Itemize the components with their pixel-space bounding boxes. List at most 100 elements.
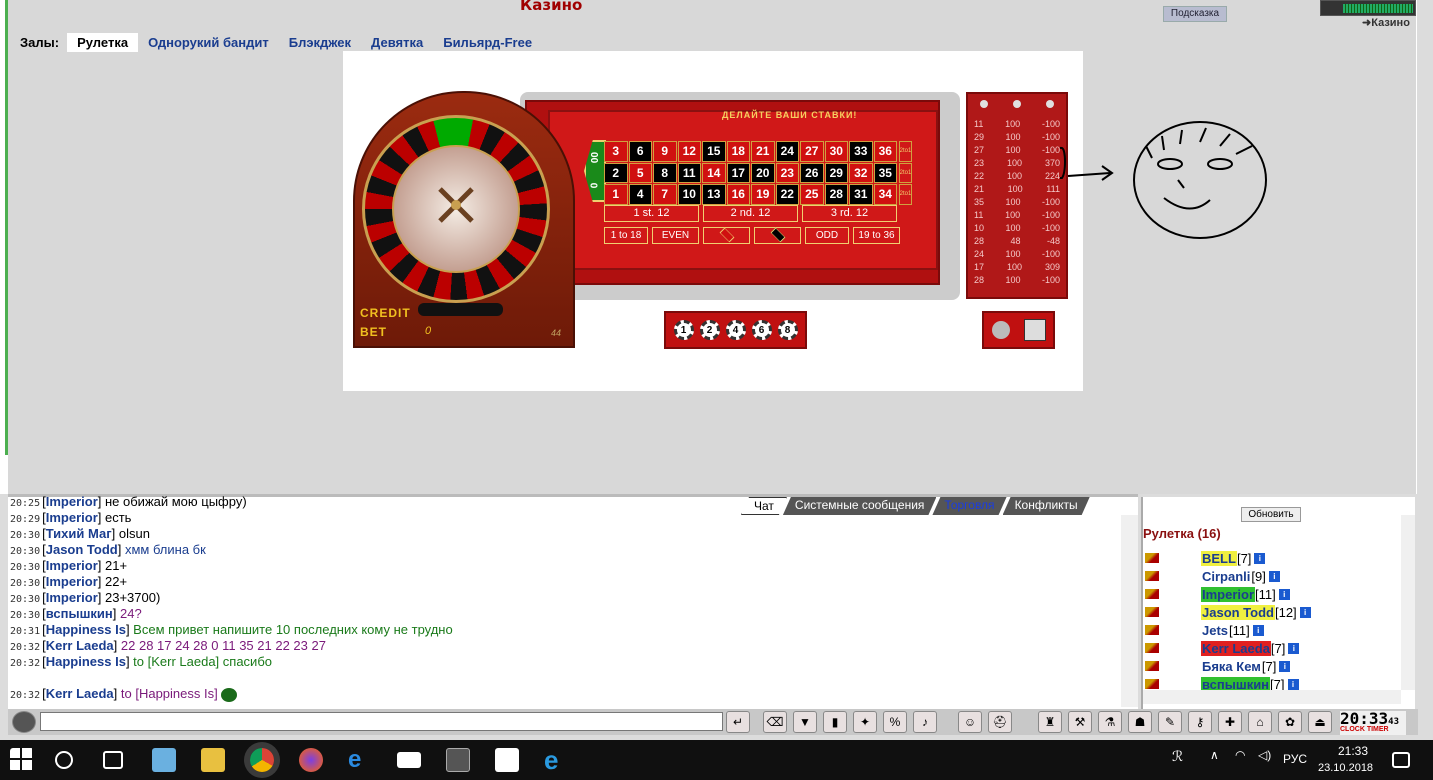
user-name[interactable]: Cirpanli <box>1201 569 1251 584</box>
person-icon[interactable]: ✦ <box>853 711 877 733</box>
message-nick[interactable]: Imperior <box>46 494 98 509</box>
message-nick[interactable]: Тихий Маг <box>46 526 112 541</box>
casino-widget[interactable] <box>1320 0 1416 16</box>
number-cell[interactable]: 7 <box>653 184 677 205</box>
user-row[interactable]: Jets [11] i <box>1143 621 1403 639</box>
info-icon[interactable]: i <box>1288 642 1300 654</box>
number-cell[interactable]: 10 <box>677 184 701 205</box>
dozen-3-bet[interactable]: 3 rd. 12 <box>802 205 897 222</box>
hint-button[interactable]: Подсказка <box>1163 6 1227 22</box>
chat-input[interactable] <box>40 712 723 731</box>
dozen-2-bet[interactable]: 2 nd. 12 <box>703 205 798 222</box>
user-name[interactable]: Jets <box>1201 623 1229 638</box>
user-row[interactable]: BELL [7] i <box>1143 549 1403 567</box>
dozen-1-bet[interactable]: 1 st. 12 <box>604 205 699 222</box>
chip-6[interactable]: 6 <box>751 320 772 340</box>
search-icon[interactable] <box>55 751 73 769</box>
key-icon[interactable]: ⚷ <box>1188 711 1212 733</box>
number-cell[interactable]: 23 <box>775 162 799 183</box>
number-cell[interactable]: 21 <box>751 141 775 162</box>
user-name[interactable]: Jason Todd <box>1201 604 1275 620</box>
cross-icon[interactable]: ✚ <box>1218 711 1242 733</box>
user-row[interactable]: Imperior [11] i <box>1143 585 1403 603</box>
chat-scrollbar[interactable] <box>1121 515 1138 707</box>
message-nick[interactable]: Kerr Laeda <box>46 686 114 701</box>
user-name[interactable]: BELL <box>1201 550 1237 566</box>
eraser-icon[interactable]: ⌫ <box>763 711 787 733</box>
number-cell[interactable]: 24 <box>775 141 799 162</box>
edge-icon[interactable]: e <box>348 748 372 772</box>
user-row[interactable]: Cirpanli [9] i <box>1143 567 1403 585</box>
number-cell[interactable]: 32 <box>849 162 873 183</box>
number-cell[interactable]: 13 <box>702 184 726 205</box>
user-row[interactable]: Kerr Laeda [7] i <box>1143 639 1403 657</box>
number-cell[interactable]: 29 <box>824 162 848 183</box>
low-bet[interactable]: 1 to 18 <box>604 227 648 244</box>
tab-chat[interactable]: Чат <box>741 497 787 515</box>
explorer-icon[interactable] <box>201 748 225 772</box>
number-cell[interactable]: 17 <box>726 162 750 183</box>
number-cell[interactable]: 11 <box>677 162 701 183</box>
message-nick[interactable]: Kerr Laeda <box>46 638 114 653</box>
number-cell[interactable]: 25 <box>800 184 824 205</box>
number-cell[interactable]: 14 <box>702 162 726 183</box>
number-cell[interactable]: 16 <box>726 184 750 205</box>
user-name[interactable]: Imperior <box>1201 586 1256 602</box>
number-cell[interactable]: 19 <box>751 184 775 205</box>
network-icon[interactable] <box>152 748 176 772</box>
column-bet[interactable]: 2to1 <box>899 184 912 205</box>
calculator-icon[interactable] <box>446 748 470 772</box>
enter-icon[interactable]: ↵ <box>726 711 750 733</box>
ie-icon[interactable]: e <box>544 747 568 773</box>
number-cell[interactable]: 12 <box>677 141 701 162</box>
number-cell[interactable]: 1 <box>604 184 628 205</box>
number-cell[interactable]: 6 <box>628 141 652 162</box>
volume-icon[interactable]: ◁) <box>1258 748 1282 772</box>
firefox-icon[interactable] <box>299 748 323 772</box>
chrome-icon[interactable] <box>250 748 274 772</box>
info-icon[interactable]: i <box>1287 678 1299 690</box>
chip-2[interactable]: 2 <box>699 320 720 340</box>
chip-1[interactable]: 1 <box>673 320 694 340</box>
language-indicator[interactable]: РУС <box>1283 752 1307 766</box>
user-row[interactable]: Jason Todd [12] i <box>1143 603 1403 621</box>
casino-link[interactable]: ➜Казино <box>1362 16 1410 29</box>
tab-system-messages[interactable]: Системные сообщения <box>783 497 937 515</box>
treasure-icon[interactable]: ☗ <box>1128 711 1152 733</box>
potion-icon[interactable]: ⚗ <box>1098 711 1122 733</box>
high-bet[interactable]: 19 to 36 <box>853 227 900 244</box>
tab-one-armed-bandit[interactable]: Однорукий бандит <box>138 33 279 52</box>
number-cell[interactable]: 8 <box>653 162 677 183</box>
helmet-icon[interactable]: ⛑ <box>988 711 1012 733</box>
paw-icon[interactable]: ✿ <box>1278 711 1302 733</box>
taskbar-date[interactable]: 23.10.2018 <box>1318 762 1373 774</box>
number-cell[interactable]: 4 <box>628 184 652 205</box>
number-cell[interactable]: 15 <box>702 141 726 162</box>
tab-conflicts[interactable]: Конфликты <box>1003 497 1090 515</box>
red-bet[interactable] <box>703 227 750 244</box>
start-icon[interactable] <box>10 748 34 772</box>
tab-billiard[interactable]: Бильярд-Free <box>433 33 542 52</box>
computer-icon[interactable] <box>1024 319 1046 341</box>
user-name[interactable]: Бяка Кем <box>1201 659 1262 674</box>
task-view-icon[interactable] <box>103 751 123 769</box>
number-cell[interactable]: 27 <box>800 141 824 162</box>
message-nick[interactable]: Happiness Is <box>46 622 126 637</box>
number-cell[interactable]: 18 <box>726 141 750 162</box>
number-cell[interactable]: 22 <box>775 184 799 205</box>
filter-icon[interactable]: ▼ <box>793 711 817 733</box>
odd-bet[interactable]: ODD <box>805 227 849 244</box>
translit-icon[interactable]: % <box>883 711 907 733</box>
speaker-icon[interactable] <box>992 321 1010 339</box>
music-icon[interactable]: ♪ <box>913 711 937 733</box>
users-scrollbar[interactable] <box>1401 515 1415 690</box>
tab-trade[interactable]: Торговля <box>932 497 1006 515</box>
smile-icon[interactable]: ☺ <box>958 711 982 733</box>
refresh-button[interactable]: Обновить <box>1241 507 1301 522</box>
message-nick[interactable]: Imperior <box>46 510 98 525</box>
info-icon[interactable]: i <box>1268 570 1280 582</box>
scroll-lock-icon[interactable]: ▮ <box>823 711 847 733</box>
info-icon[interactable]: i <box>1252 624 1264 636</box>
number-cell[interactable]: 33 <box>849 141 873 162</box>
exit-icon[interactable]: ⏏ <box>1308 711 1332 733</box>
